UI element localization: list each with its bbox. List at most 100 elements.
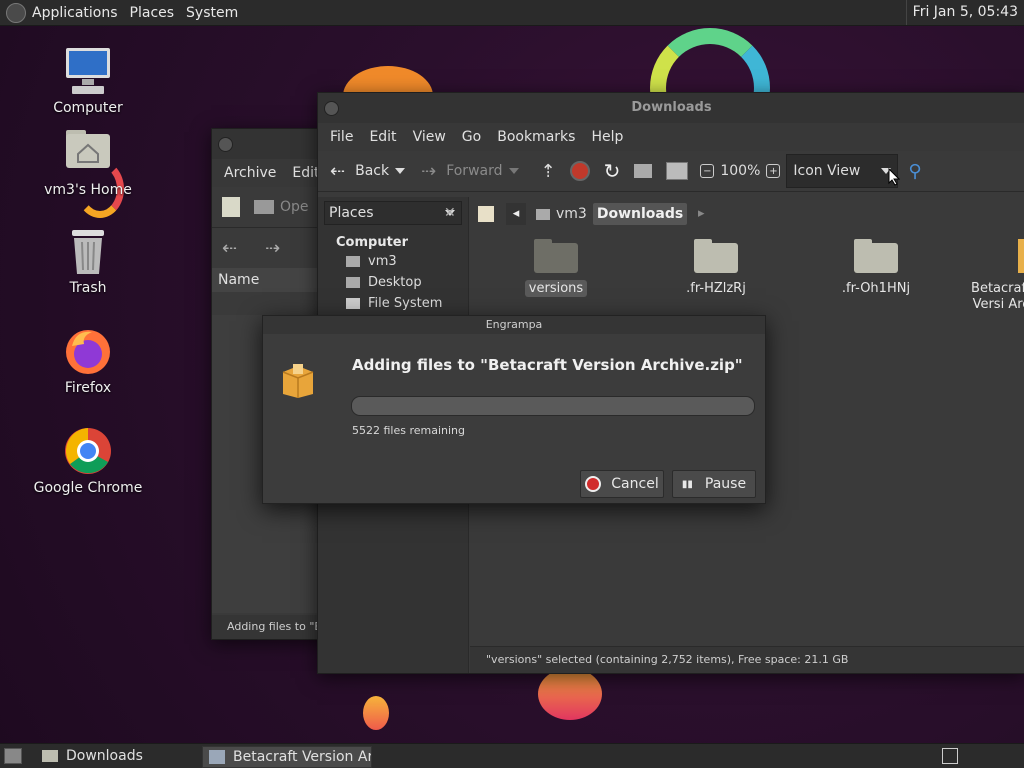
folder-icon (854, 239, 898, 273)
top-panel: Applications Places System Fri Jan 5, 05… (0, 0, 1024, 26)
back-button[interactable]: ⇠ Back (330, 161, 411, 182)
sidebar-places-select[interactable]: Places (324, 201, 462, 225)
file-item-versions[interactable]: versions (506, 239, 606, 297)
forward-button[interactable]: ⇢ Forward (421, 161, 524, 182)
file-manager-toolbar: ⇠ Back ⇢ Forward ⇡ ↻ − 100% + Icon View … (318, 151, 1024, 192)
wallpaper-bottom-blob (538, 668, 602, 720)
progress-bar (351, 396, 755, 416)
sidebar-item-label: Desktop (368, 275, 422, 290)
desktop-icon-chrome[interactable]: Google Chrome (33, 426, 143, 496)
archive-icon (1018, 239, 1024, 273)
menu-go[interactable]: Go (454, 129, 489, 145)
menu-applications[interactable]: Applications (26, 5, 124, 21)
folder-icon (534, 239, 578, 273)
new-archive-icon[interactable] (222, 197, 240, 217)
firefox-icon (62, 326, 114, 378)
zoom-level: 100% (720, 163, 761, 179)
back-arrow-icon[interactable]: ⇠ (222, 238, 237, 259)
back-label: Back (355, 163, 390, 179)
workspace-switcher-icon[interactable] (942, 748, 958, 764)
sidebar-item-label: File System (368, 296, 443, 311)
mouse-cursor-icon (888, 168, 900, 186)
window-title: Downloads (631, 100, 712, 115)
desktop-icon-label: Trash (69, 280, 107, 296)
file-manager-statusbar: "versions" selected (containing 2,752 it… (470, 646, 1024, 673)
mate-logo-icon[interactable] (6, 2, 26, 23)
sidebar-item-vm3[interactable]: vm3 (318, 250, 468, 269)
home-folder-icon (62, 128, 114, 180)
computer-icon[interactable] (666, 162, 689, 180)
menu-view[interactable]: View (405, 129, 454, 145)
menu-archive[interactable]: Archive (216, 165, 284, 181)
drive-icon (346, 298, 360, 309)
pause-button[interactable]: ▮▮ Pause (672, 470, 756, 498)
open-label[interactable]: Ope (280, 199, 309, 215)
path-segment-vm3[interactable]: vm3 (530, 203, 593, 225)
sidebar-item-desktop[interactable]: Desktop (318, 269, 468, 290)
forward-arrow-icon[interactable]: ⇢ (265, 238, 280, 259)
file-manager-titlebar[interactable]: Downloads (318, 93, 1024, 123)
path-right-arrow-icon[interactable]: ▸ (691, 203, 711, 225)
file-item-label: .fr-HZlzRj (686, 281, 746, 296)
file-item-fr-hzlzrj[interactable]: .fr-HZlzRj (666, 239, 766, 296)
task-downloads[interactable]: Downloads (36, 746, 226, 766)
desktop-icon-computer[interactable]: Computer (33, 46, 143, 116)
dialog-heading: Adding files to "Betacraft Version Archi… (352, 356, 743, 374)
desktop-icon-trash[interactable]: Trash (33, 226, 143, 296)
folder-icon (694, 239, 738, 273)
task-engrampa[interactable]: Betacraft Version Ar... (202, 746, 372, 768)
sidebar-item-filesystem[interactable]: File System (318, 290, 468, 311)
zoom-in-icon[interactable]: + (766, 164, 781, 178)
view-mode-select[interactable]: Icon View (786, 154, 899, 188)
home-icon (536, 208, 550, 220)
path-segment-downloads[interactable]: Downloads (592, 203, 688, 225)
up-arrow-icon[interactable]: ⇡ (541, 161, 556, 182)
path-left-arrow-icon[interactable]: ◂ (506, 203, 526, 225)
show-desktop-icon[interactable] (4, 748, 22, 764)
desktop-icon-firefox[interactable]: Firefox (33, 326, 143, 396)
pause-icon: ▮▮ (681, 478, 693, 490)
file-item-label: .fr-Oh1HNj (841, 281, 911, 296)
desktop-icon-label: Computer (53, 100, 123, 116)
window-menu-button[interactable] (218, 137, 233, 152)
sidebar-selector-value: Places (329, 205, 374, 221)
search-icon[interactable]: ⚲ (908, 161, 921, 182)
file-item-fr-oh1hnj[interactable]: .fr-Oh1HNj (826, 239, 926, 296)
zoom-out-icon[interactable]: − (700, 164, 715, 178)
open-icon[interactable] (254, 200, 274, 214)
forward-label: Forward (446, 163, 503, 179)
edit-location-icon[interactable] (478, 206, 494, 222)
cancel-button[interactable]: Cancel (580, 470, 664, 498)
home-icon[interactable] (634, 164, 653, 178)
archive-icon (281, 362, 315, 398)
files-remaining: 5522 files remaining (352, 424, 466, 437)
menu-file[interactable]: File (322, 129, 361, 145)
file-manager-menubar: File Edit View Go Bookmarks Help (318, 123, 1024, 151)
menu-system[interactable]: System (180, 5, 244, 21)
window-menu-button[interactable] (324, 101, 339, 116)
home-icon (346, 256, 360, 267)
close-sidebar-icon[interactable]: ✕ (444, 205, 456, 221)
dialog-title: Engrampa (263, 316, 765, 334)
computer-icon (62, 46, 114, 98)
sidebar-section-computer: Computer (336, 235, 409, 250)
forward-history-chevron-icon[interactable] (508, 168, 519, 174)
view-mode-value: Icon View (793, 163, 861, 179)
file-item-betacraft-archive[interactable]: Betacraft Versi Arc (966, 239, 1024, 313)
panel-clock[interactable]: Fri Jan 5, 05:43 (905, 0, 1024, 25)
menu-places[interactable]: Places (124, 5, 181, 21)
cancel-label: Cancel (611, 476, 659, 492)
desktop-icon (346, 277, 360, 288)
menu-help[interactable]: Help (583, 129, 631, 145)
trash-icon (62, 226, 114, 278)
path-bar: ◂ vm3 Downloads ▸ (470, 197, 1024, 231)
back-history-chevron-icon[interactable] (395, 168, 406, 174)
file-item-label: Betacraft Versi Arc (971, 281, 1024, 312)
desktop-icon-label: Google Chrome (33, 480, 143, 496)
menu-edit[interactable]: Edit (361, 129, 404, 145)
cancel-icon (585, 476, 602, 492)
reload-icon[interactable]: ↻ (604, 159, 621, 183)
desktop-icon-home[interactable]: vm3's Home (33, 128, 143, 198)
stop-icon[interactable] (569, 161, 590, 181)
menu-bookmarks[interactable]: Bookmarks (489, 129, 583, 145)
